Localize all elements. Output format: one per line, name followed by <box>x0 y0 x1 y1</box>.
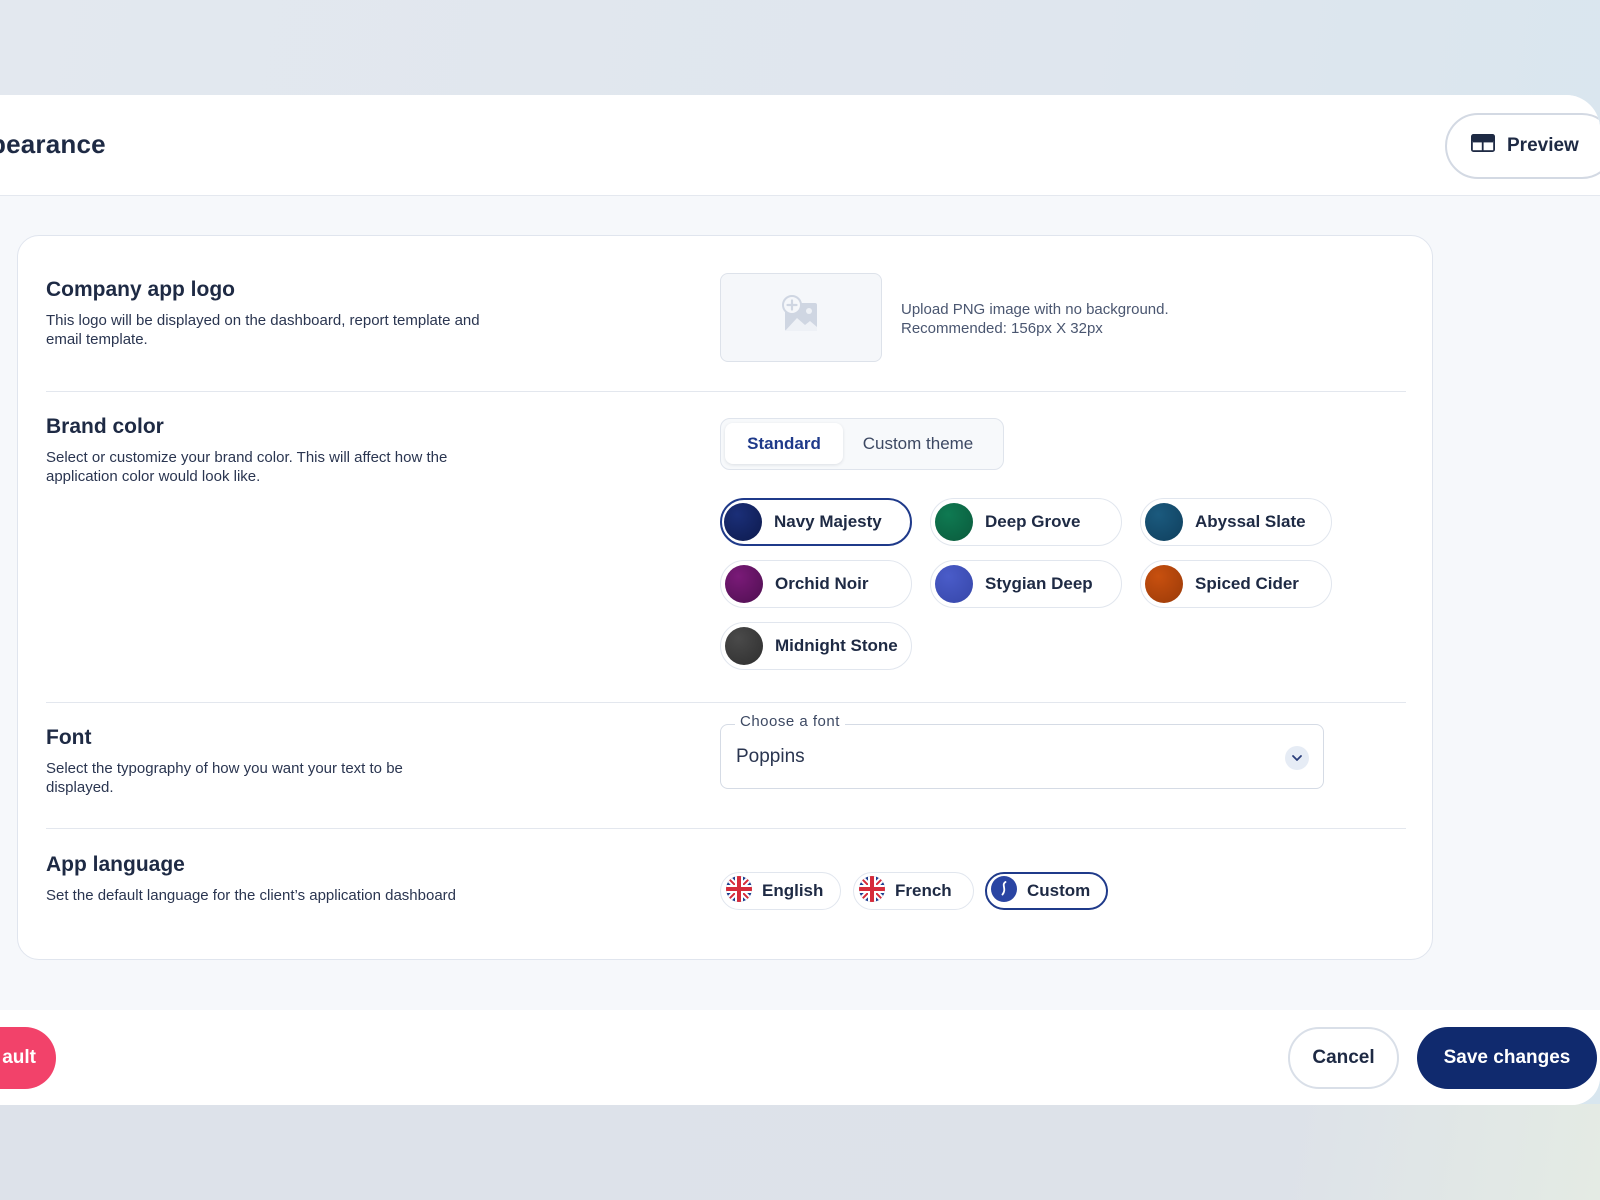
color-option-label: Midnight Stone <box>775 636 898 655</box>
font-section-description: Select the typography of how you want yo… <box>46 760 403 796</box>
upload-hint-line1: Upload PNG image with no background. <box>901 301 1169 318</box>
color-option-label: Orchid Noir <box>775 574 869 593</box>
divider <box>46 391 1406 392</box>
color-dot <box>1145 503 1183 541</box>
language-option-custom[interactable]: Custom <box>985 872 1108 910</box>
appearance-window: pearance Preview Company app logo This l… <box>0 95 1600 1105</box>
color-option-spiced-cider[interactable]: Spiced Cider <box>1140 560 1332 608</box>
color-option-label: Spiced Cider <box>1195 574 1299 593</box>
preview-button[interactable]: Preview <box>1445 113 1600 179</box>
tab-standard[interactable]: Standard <box>725 423 843 464</box>
language-section-description: Set the default language for the client’… <box>46 887 457 904</box>
divider <box>46 702 1406 703</box>
color-option-label: Deep Grove <box>985 512 1081 531</box>
layout-icon <box>1471 134 1495 158</box>
font-select-value: Poppins <box>736 746 805 767</box>
add-image-icon <box>780 294 822 341</box>
font-select-label: Choose a font <box>735 713 845 730</box>
color-option-label: Navy Majesty <box>774 512 882 531</box>
color-option-abyssal-slate[interactable]: Abyssal Slate <box>1140 498 1332 546</box>
color-option-midnight-stone[interactable]: Midnight Stone <box>720 622 912 670</box>
color-option-stygian-deep[interactable]: Stygian Deep <box>930 560 1122 608</box>
uk-flag-icon <box>725 875 753 908</box>
action-footer: ault Cancel Save changes <box>0 1010 1600 1105</box>
language-section-title: App language <box>46 853 185 876</box>
cancel-button[interactable]: Cancel <box>1288 1027 1399 1089</box>
logo-upload-dropzone[interactable] <box>720 273 882 362</box>
color-dot <box>724 503 762 541</box>
color-option-label: Abyssal Slate <box>1195 512 1306 531</box>
upload-hint: Upload PNG image with no background. Rec… <box>901 300 1169 338</box>
divider <box>46 828 1406 829</box>
color-dot <box>725 627 763 665</box>
color-option-orchid-noir[interactable]: Orchid Noir <box>720 560 912 608</box>
language-option-label: English <box>762 881 824 900</box>
color-dot <box>935 503 973 541</box>
page-header: pearance Preview <box>0 95 1600 196</box>
upload-hint-line2: Recommended: 156px X 32px <box>901 320 1103 337</box>
preview-label: Preview <box>1507 135 1579 156</box>
custom-language-icon <box>990 875 1018 908</box>
page-background <box>0 1104 1600 1200</box>
font-select[interactable]: Choose a font Poppins <box>720 713 1324 789</box>
color-dot <box>725 565 763 603</box>
logo-section-description: This logo will be displayed on the dashb… <box>46 312 480 348</box>
language-option-label: Custom <box>1027 881 1091 900</box>
reset-default-button[interactable]: ault <box>0 1027 56 1089</box>
language-option-french[interactable]: French <box>853 872 974 910</box>
uk-flag-icon <box>858 875 886 908</box>
color-option-label: Stygian Deep <box>985 574 1093 593</box>
save-changes-button[interactable]: Save changes <box>1417 1027 1597 1089</box>
color-dot <box>935 565 973 603</box>
language-option-label: French <box>895 881 952 900</box>
settings-card: Company app logo This logo will be displ… <box>17 235 1433 960</box>
tab-custom-theme[interactable]: Custom theme <box>843 423 993 464</box>
page-title: pearance <box>0 129 106 159</box>
language-option-english[interactable]: English <box>720 872 841 910</box>
color-option-deep-grove[interactable]: Deep Grove <box>930 498 1122 546</box>
color-option-navy-majesty[interactable]: Navy Majesty <box>720 498 912 546</box>
brand-mode-toggle: Standard Custom theme <box>720 418 1004 470</box>
color-dot <box>1145 565 1183 603</box>
chevron-down-icon <box>1285 746 1309 770</box>
brand-section-description: Select or customize your brand color. Th… <box>46 449 448 485</box>
